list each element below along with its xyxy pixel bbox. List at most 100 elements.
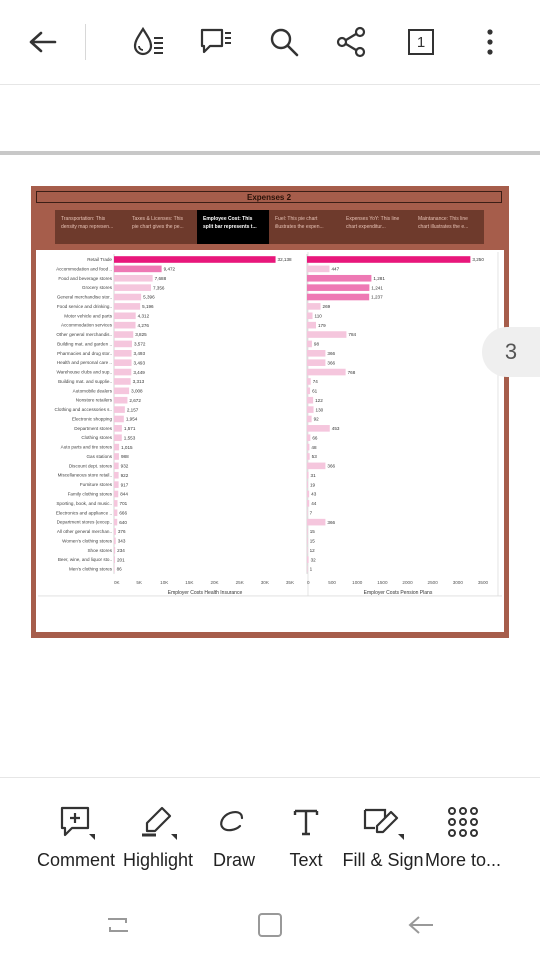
more-options-icon[interactable] <box>470 22 510 62</box>
comments-icon[interactable] <box>196 22 236 62</box>
bar-value-label: 3,493 <box>134 351 146 356</box>
page-count-icon[interactable]: 1 <box>401 22 441 62</box>
category-label: Miscellaneous store retail.. <box>58 473 112 478</box>
x-tick-label: 1500 <box>377 580 388 585</box>
bar-value-label: 66 <box>312 435 318 440</box>
bar-value-label: 366 <box>327 520 335 525</box>
search-icon[interactable] <box>264 22 304 62</box>
bar <box>307 387 311 395</box>
page-number-indicator[interactable]: 3 <box>482 327 540 377</box>
bar-value-label: 3,008 <box>131 389 143 394</box>
x-tick-label: 0 <box>307 580 310 585</box>
category-label: Nonstore retailers <box>76 398 113 403</box>
more-tools-button[interactable]: More to... <box>418 802 508 871</box>
bar-value-label: 3,449 <box>133 370 145 375</box>
more-tools-label: More to... <box>424 850 502 870</box>
bar <box>114 359 132 366</box>
share-icon[interactable] <box>332 22 372 62</box>
category-label: Grocery stores <box>82 285 113 290</box>
bar <box>114 537 116 545</box>
comment-tool-label: Comment <box>36 850 116 870</box>
bar <box>307 303 321 310</box>
bar <box>307 350 326 357</box>
bar <box>307 396 314 404</box>
bar-value-label: 1,281 <box>373 276 385 281</box>
bar <box>114 443 120 451</box>
bar <box>307 293 370 301</box>
bar-value-label: 1 <box>310 567 313 572</box>
bar-value-label: 15 <box>310 529 316 534</box>
x-tick-label: 20K <box>210 580 219 585</box>
category-label: All other general merchan.. <box>57 529 112 534</box>
category-label: Electronic shopping <box>72 416 113 421</box>
bar <box>307 415 312 423</box>
category-label: Beer, wine, and liquor sto.. <box>58 557 112 562</box>
bar-value-label: 3,250 <box>472 257 484 262</box>
bar <box>307 443 310 451</box>
page-count-badge: 1 <box>408 29 434 55</box>
bar-value-label: 44 <box>311 501 317 506</box>
tab-fuel[interactable]: Fuel: This pie chart illustrates the exp… <box>269 210 340 244</box>
bar <box>114 284 151 291</box>
bar <box>307 331 347 338</box>
bar <box>114 331 134 338</box>
bar-value-label: 1,237 <box>371 295 383 300</box>
bar <box>114 471 119 479</box>
tab-taxes-licenses[interactable]: Taxes & Licenses: This pie chart gives t… <box>126 210 197 244</box>
bar <box>114 406 125 413</box>
bar-value-label: 19 <box>310 482 316 487</box>
recent-apps-icon[interactable] <box>98 910 138 940</box>
bar <box>114 274 153 282</box>
bar-value-label: 4,312 <box>138 313 150 318</box>
category-label: Accommodation and food .. <box>56 266 112 271</box>
bar-value-label: 92 <box>314 417 320 422</box>
bar-value-label: 366 <box>327 464 335 469</box>
back-arrow-icon[interactable] <box>22 22 62 62</box>
bar <box>114 312 136 320</box>
category-label: General merchandise stor.. <box>57 295 112 300</box>
bar-value-label: 61 <box>312 389 318 394</box>
tab-transportation[interactable]: Transportation: This density map represe… <box>55 210 126 244</box>
category-label: Department stores (excep.. <box>57 520 112 525</box>
bar <box>307 406 314 413</box>
x-tick-label: 500 <box>328 580 336 585</box>
x-axis-title: Employer Costs Pension Plans <box>364 590 433 596</box>
bar-value-label: 269 <box>323 304 331 309</box>
toolbar-divider <box>85 24 86 60</box>
bar-value-label: 2,672 <box>129 398 141 403</box>
bar <box>307 378 311 385</box>
fill-sign-icon <box>338 802 428 842</box>
bar-value-label: 447 <box>331 267 339 272</box>
bar <box>307 274 372 282</box>
bar-value-label: 43 <box>311 492 317 497</box>
tab-maintanance[interactable]: Maintanance: This line chart illustrates… <box>412 210 484 244</box>
back-nav-icon[interactable] <box>401 910 441 940</box>
bar-value-label: 376 <box>118 529 126 534</box>
bar-value-label: 666 <box>119 510 127 515</box>
dashboard-page: Expenses 2 Transportation: This density … <box>31 186 509 638</box>
category-label: Motor vehicle and parts <box>64 313 112 318</box>
home-icon[interactable] <box>250 910 290 940</box>
x-tick-label: 10K <box>160 580 169 585</box>
tab-employee-cost[interactable]: Employee Cost: This split bar represents… <box>197 210 269 244</box>
category-label: Automobile dealers <box>73 388 113 393</box>
bar-value-label: 201 <box>117 557 125 562</box>
fill-sign-tool-button[interactable]: Fill & Sign <box>338 802 428 871</box>
bar <box>114 490 119 498</box>
bar-value-label: 7,356 <box>153 285 165 290</box>
bar <box>307 528 308 535</box>
bar-value-label: 12 <box>310 548 316 553</box>
bar-value-label: 179 <box>318 323 326 328</box>
bar-value-label: 1,241 <box>371 285 383 290</box>
bar-value-label: 31 <box>311 473 317 478</box>
bar-value-label: 988 <box>121 454 129 459</box>
comment-tool-button[interactable]: Comment <box>31 802 121 871</box>
x-tick-label: 30K <box>261 580 270 585</box>
tab-expenses-yoy[interactable]: Expenses YoY: This line chart expenditur… <box>340 210 412 244</box>
bar-value-label: 98 <box>314 342 320 347</box>
bar-value-label: 343 <box>118 539 126 544</box>
read-mode-icon[interactable] <box>128 22 168 62</box>
category-label: Electronics and appliance .. <box>56 510 112 515</box>
bar-value-label: 366 <box>327 360 335 365</box>
x-tick-label: 0K <box>114 580 121 585</box>
